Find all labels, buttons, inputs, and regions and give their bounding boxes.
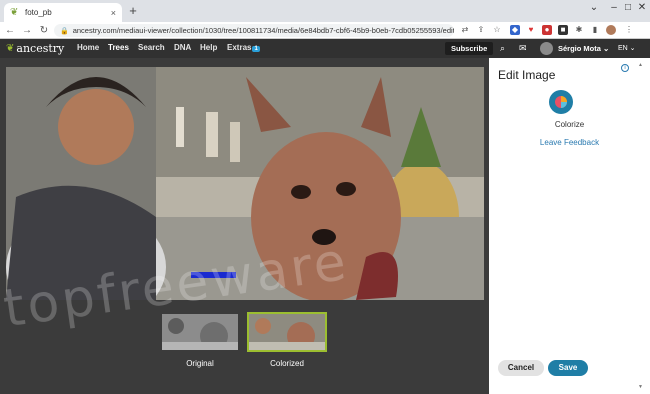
profile-avatar-icon[interactable] — [606, 25, 616, 35]
forward-icon[interactable]: → — [20, 25, 34, 36]
language-selector[interactable]: EN ⌄ — [618, 44, 636, 52]
scroll-down-icon[interactable]: ▼ — [638, 384, 643, 390]
leaf-icon: ❦ — [6, 43, 15, 54]
nav-extras[interactable]: Extras 1 — [227, 43, 260, 52]
original-thumb-image — [162, 314, 238, 350]
browser-tab[interactable]: ❦ foto_pb × — [4, 3, 122, 22]
ancestry-logo[interactable]: ❦ ancestry — [6, 42, 64, 55]
thumbnail-colorized[interactable] — [247, 312, 327, 352]
leave-feedback-link[interactable]: Leave Feedback — [489, 138, 650, 147]
back-icon[interactable]: ← — [3, 25, 17, 36]
cancel-button[interactable]: Cancel — [498, 360, 544, 376]
url-text: ancestry.com/mediaui-viewer/collection/1… — [72, 26, 454, 35]
avatar[interactable] — [540, 42, 553, 55]
subscribe-button[interactable]: Subscribe — [445, 42, 494, 55]
lock-icon: 🔒 — [60, 27, 69, 35]
thumbnail-original[interactable] — [160, 312, 240, 352]
thumbnail-original-label: Original — [186, 359, 214, 368]
image-viewer: Original Colorized — [0, 58, 489, 394]
brand-name: ancestry — [16, 42, 65, 55]
language-label: EN — [618, 45, 628, 52]
nav-dna[interactable]: DNA — [174, 43, 191, 52]
thumbnail-colorized-label: Colorized — [270, 359, 304, 368]
extension-shield-icon[interactable]: ◆ — [510, 25, 520, 35]
menu-dots-icon[interactable]: ⋮ — [624, 25, 634, 35]
messages-icon[interactable]: ✉ — [519, 43, 527, 54]
chevron-down-icon[interactable]: ⌄ — [586, 2, 602, 13]
panel-title: Edit Image — [498, 68, 556, 82]
new-tab-button[interactable]: + — [126, 4, 140, 18]
nav-help[interactable]: Help — [200, 43, 217, 52]
close-window-icon[interactable]: ✕ — [634, 2, 650, 13]
user-name: Sérgio Mota — [558, 44, 601, 53]
nav-extras-label: Extras — [227, 43, 252, 52]
info-icon[interactable]: i — [621, 64, 629, 72]
save-button[interactable]: Save — [548, 360, 588, 376]
colorize-tool-button[interactable] — [549, 90, 573, 114]
share-icon[interactable]: ⇪ — [476, 25, 486, 35]
scroll-up-icon[interactable]: ▲ — [638, 62, 643, 68]
tab-title: foto_pb — [25, 8, 52, 17]
extensions-puzzle-icon[interactable]: ✱ — [574, 25, 584, 35]
colorize-icon — [555, 96, 567, 108]
browser-tabbar: ❦ foto_pb × + ⌄ – □ ✕ — [0, 0, 650, 22]
hints-icon[interactable]: ⌕ — [500, 43, 505, 54]
sidebar-icon[interactable]: ▮ — [590, 25, 600, 35]
colorized-photo[interactable] — [6, 67, 484, 300]
colorized-thumb-image — [249, 314, 325, 350]
extension-square-icon[interactable]: ■ — [558, 25, 568, 35]
colorize-label: Colorize — [554, 120, 585, 129]
translate-icon[interactable]: ⇄ — [460, 25, 470, 35]
ancestry-leaf-icon: ❦ — [10, 6, 19, 18]
nav-search[interactable]: Search — [138, 43, 165, 52]
user-menu[interactable]: Sérgio Mota ⌄ — [558, 44, 609, 53]
url-field[interactable]: 🔒 ancestry.com/mediaui-viewer/collection… — [54, 24, 454, 37]
edit-image-panel: Edit Image i Colorize Leave Feedback Can… — [489, 58, 650, 394]
nav-trees[interactable]: Trees — [108, 43, 129, 52]
reload-icon[interactable]: ↻ — [37, 25, 51, 36]
extension-pocket-icon[interactable]: ♥ — [526, 25, 536, 35]
extras-badge: 1 — [252, 46, 260, 52]
app-nav: ❦ ancestry Home Trees Search DNA Help Ex… — [0, 39, 650, 58]
star-icon[interactable]: ☆ — [492, 25, 502, 35]
close-tab-icon[interactable]: × — [111, 8, 116, 18]
photo-illustration — [6, 67, 484, 300]
extension-dot-icon[interactable]: ● — [542, 25, 552, 35]
address-bar-row: ← → ↻ 🔒 ancestry.com/mediaui-viewer/coll… — [0, 22, 650, 39]
nav-home[interactable]: Home — [77, 43, 99, 52]
